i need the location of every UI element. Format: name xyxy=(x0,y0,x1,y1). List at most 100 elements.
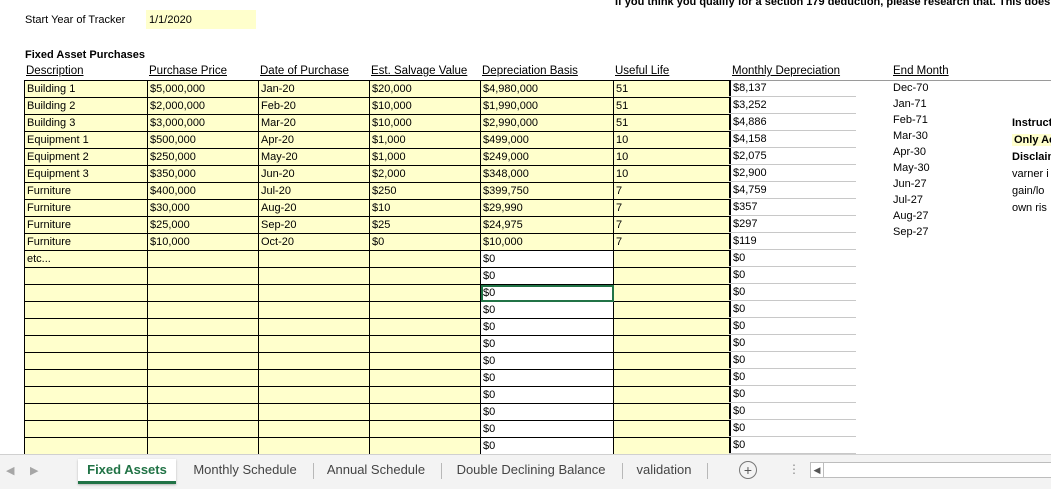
depreciation-basis-cell[interactable]: $399,750 xyxy=(480,182,614,200)
description-cell[interactable]: Building 3 xyxy=(24,114,148,132)
monthly-depreciation-cell[interactable]: $2,900 xyxy=(729,164,856,182)
description-cell[interactable]: Equipment 3 xyxy=(24,165,148,183)
depreciation-basis-cell[interactable]: $0 xyxy=(480,403,614,421)
description-cell[interactable]: Furniture xyxy=(24,216,148,234)
monthly-depreciation-cell[interactable]: $0 xyxy=(729,317,856,335)
purchase-date-cell[interactable] xyxy=(258,437,370,455)
useful-life-cell[interactable]: 7 xyxy=(613,216,731,234)
salvage-value-cell[interactable] xyxy=(369,437,481,455)
depreciation-basis-cell[interactable]: $348,000 xyxy=(480,165,614,183)
salvage-value-cell[interactable] xyxy=(369,267,481,285)
useful-life-cell[interactable] xyxy=(613,369,731,387)
purchase-price-cell[interactable] xyxy=(147,301,259,319)
depreciation-basis-cell[interactable]: $0 xyxy=(480,386,614,404)
depreciation-basis-cell[interactable]: $2,990,000 xyxy=(480,114,614,132)
useful-life-cell[interactable] xyxy=(613,267,731,285)
monthly-depreciation-cell[interactable]: $8,137 xyxy=(729,80,856,97)
purchase-price-cell[interactable] xyxy=(147,318,259,336)
salvage-value-cell[interactable] xyxy=(369,420,481,438)
end-month-cell[interactable]: Feb-71 xyxy=(892,112,984,128)
monthly-depreciation-cell[interactable]: $297 xyxy=(729,215,856,233)
purchase-price-cell[interactable] xyxy=(147,386,259,404)
purchase-date-cell[interactable]: May-20 xyxy=(258,148,370,166)
purchase-date-cell[interactable]: Jul-20 xyxy=(258,182,370,200)
salvage-value-cell[interactable]: $1,000 xyxy=(369,131,481,149)
salvage-value-cell[interactable]: $10 xyxy=(369,199,481,217)
monthly-depreciation-cell[interactable]: $3,252 xyxy=(729,96,856,114)
salvage-value-cell[interactable] xyxy=(369,318,481,336)
useful-life-cell[interactable] xyxy=(613,386,731,404)
add-sheet-icon[interactable]: + xyxy=(739,461,757,479)
purchase-date-cell[interactable]: Mar-20 xyxy=(258,114,370,132)
useful-life-cell[interactable]: 51 xyxy=(613,80,731,98)
purchase-date-cell[interactable]: Aug-20 xyxy=(258,199,370,217)
purchase-date-cell[interactable] xyxy=(258,301,370,319)
monthly-depreciation-cell[interactable]: $0 xyxy=(729,351,856,369)
salvage-value-cell[interactable]: $10,000 xyxy=(369,97,481,115)
purchase-price-cell[interactable]: $25,000 xyxy=(147,216,259,234)
salvage-value-cell[interactable]: $20,000 xyxy=(369,80,481,98)
useful-life-cell[interactable] xyxy=(613,318,731,336)
purchase-date-cell[interactable] xyxy=(258,369,370,387)
monthly-depreciation-cell[interactable]: $0 xyxy=(729,249,856,267)
salvage-value-cell[interactable]: $250 xyxy=(369,182,481,200)
useful-life-cell[interactable] xyxy=(613,352,731,370)
description-cell[interactable] xyxy=(24,420,148,438)
useful-life-cell[interactable]: 10 xyxy=(613,165,731,183)
description-cell[interactable]: etc... xyxy=(24,250,148,268)
monthly-depreciation-cell[interactable]: $119 xyxy=(729,232,856,250)
purchase-price-cell[interactable]: $5,000,000 xyxy=(147,80,259,98)
purchase-price-cell[interactable]: $250,000 xyxy=(147,148,259,166)
end-month-cell[interactable]: Jan-71 xyxy=(892,96,984,112)
purchase-price-cell[interactable] xyxy=(147,267,259,285)
purchase-date-cell[interactable] xyxy=(258,267,370,285)
prev-sheet-icon[interactable]: ◀ xyxy=(6,464,14,477)
tab-double-declining-balance[interactable]: Double Declining Balance xyxy=(450,459,612,481)
monthly-depreciation-cell[interactable]: $0 xyxy=(729,266,856,284)
salvage-value-cell[interactable] xyxy=(369,386,481,404)
monthly-depreciation-cell[interactable]: $0 xyxy=(729,436,856,454)
description-cell[interactable] xyxy=(24,437,148,455)
purchase-price-cell[interactable]: $500,000 xyxy=(147,131,259,149)
end-month-cell[interactable]: Sep-27 xyxy=(892,224,984,240)
horizontal-scrollbar[interactable]: ◀ xyxy=(810,462,1051,478)
purchase-price-cell[interactable]: $30,000 xyxy=(147,199,259,217)
useful-life-cell[interactable] xyxy=(613,403,731,421)
useful-life-cell[interactable]: 7 xyxy=(613,182,731,200)
purchase-price-cell[interactable]: $3,000,000 xyxy=(147,114,259,132)
next-sheet-icon[interactable]: ▶ xyxy=(30,464,38,477)
useful-life-cell[interactable]: 10 xyxy=(613,131,731,149)
description-cell[interactable]: Building 2 xyxy=(24,97,148,115)
purchase-date-cell[interactable] xyxy=(258,318,370,336)
depreciation-basis-cell[interactable]: $0 xyxy=(480,284,614,302)
monthly-depreciation-cell[interactable]: $0 xyxy=(729,283,856,301)
purchase-price-cell[interactable] xyxy=(147,369,259,387)
description-cell[interactable]: Building 1 xyxy=(24,80,148,98)
tab-annual-schedule[interactable]: Annual Schedule xyxy=(320,459,432,481)
purchase-date-cell[interactable] xyxy=(258,386,370,404)
useful-life-cell[interactable]: 7 xyxy=(613,233,731,251)
purchase-price-cell[interactable] xyxy=(147,437,259,455)
useful-life-cell[interactable] xyxy=(613,250,731,268)
purchase-price-cell[interactable] xyxy=(147,403,259,421)
scroll-left-icon[interactable]: ◀ xyxy=(811,463,824,477)
useful-life-cell[interactable] xyxy=(613,335,731,353)
purchase-date-cell[interactable]: Oct-20 xyxy=(258,233,370,251)
salvage-value-cell[interactable] xyxy=(369,369,481,387)
depreciation-basis-cell[interactable]: $0 xyxy=(480,420,614,438)
monthly-depreciation-cell[interactable]: $2,075 xyxy=(729,147,856,165)
salvage-value-cell[interactable]: $25 xyxy=(369,216,481,234)
monthly-depreciation-cell[interactable]: $0 xyxy=(729,334,856,352)
description-cell[interactable]: Furniture xyxy=(24,182,148,200)
purchase-date-cell[interactable]: Jan-20 xyxy=(258,80,370,98)
purchase-price-cell[interactable]: $400,000 xyxy=(147,182,259,200)
end-month-cell[interactable]: Apr-30 xyxy=(892,144,984,160)
depreciation-basis-cell[interactable]: $10,000 xyxy=(480,233,614,251)
salvage-value-cell[interactable] xyxy=(369,250,481,268)
depreciation-basis-cell[interactable]: $4,980,000 xyxy=(480,80,614,98)
depreciation-basis-cell[interactable]: $499,000 xyxy=(480,131,614,149)
description-cell[interactable]: Furniture xyxy=(24,233,148,251)
monthly-depreciation-cell[interactable]: $357 xyxy=(729,198,856,216)
monthly-depreciation-cell[interactable]: $4,759 xyxy=(729,181,856,199)
end-month-cell[interactable]: Jul-27 xyxy=(892,192,984,208)
